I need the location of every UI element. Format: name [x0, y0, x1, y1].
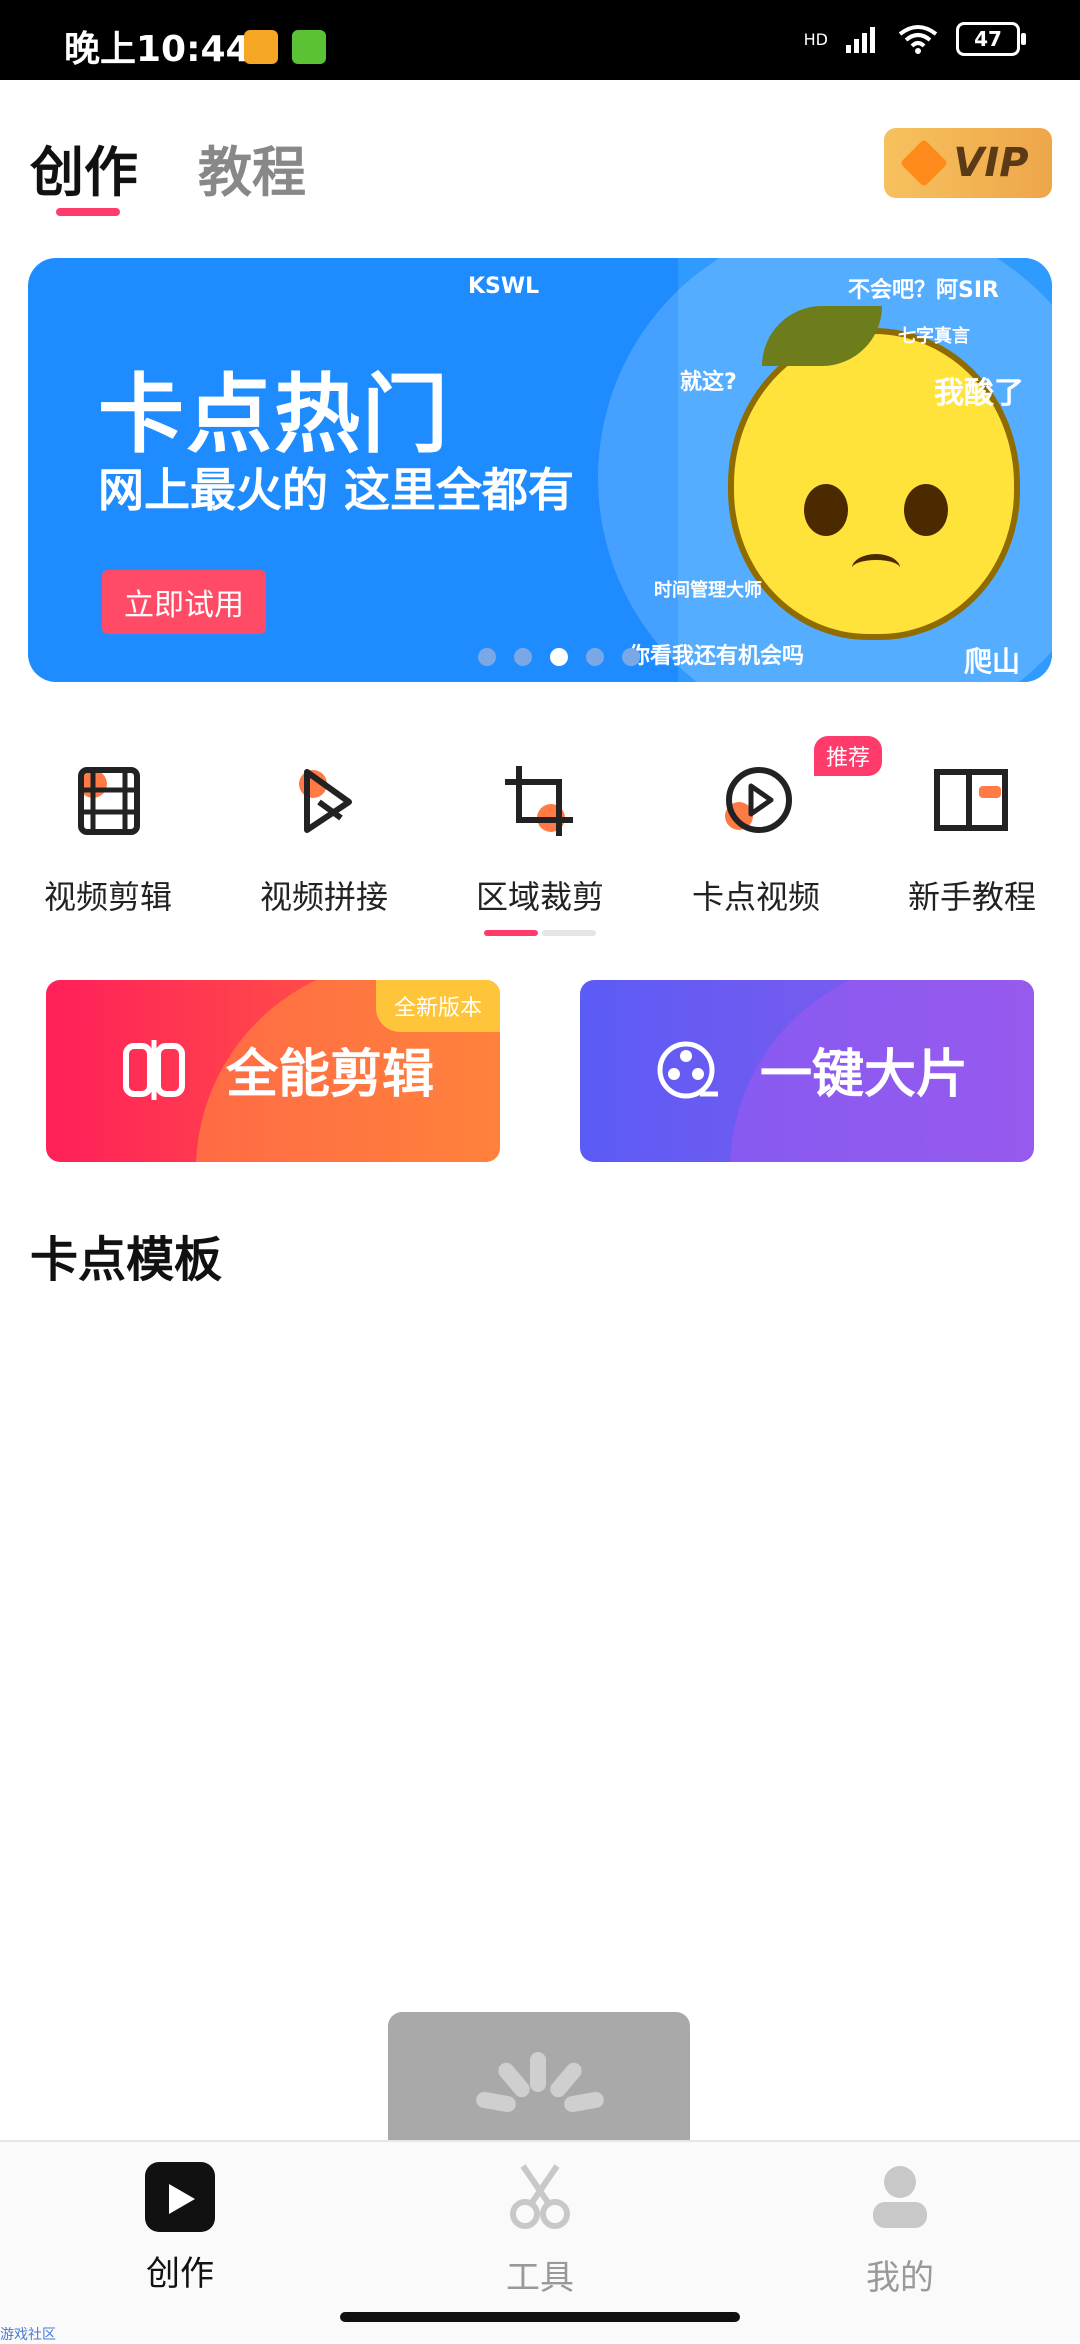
battery-icon: 47 — [956, 22, 1026, 56]
tool-video-edit[interactable]: 视频剪辑 — [8, 740, 208, 918]
section-title: 卡点模板 — [30, 1232, 223, 1288]
meme-text: KSWL — [468, 274, 540, 299]
watermark: 游戏社区 — [0, 2327, 56, 2343]
loading-toast — [388, 2012, 690, 2142]
film-reel-icon — [657, 1041, 718, 1099]
nav-label: 工具 — [506, 2258, 574, 2298]
banner-dot[interactable] — [514, 648, 532, 666]
nav-label: 创作 — [146, 2254, 214, 2294]
status-bar: 晚上10:44 HD 47 — [0, 0, 1080, 80]
meme-text: 七字真言 — [898, 326, 970, 347]
active-tab-indicator — [56, 208, 120, 216]
tool-video-join[interactable]: 视频拼接 — [224, 740, 424, 918]
film-strip-icon — [63, 756, 153, 846]
card-title: 一键大片 — [760, 1045, 969, 1105]
signal-icon: HD — [803, 29, 828, 49]
pager-active — [484, 930, 538, 936]
all-in-one-edit-card[interactable]: 全能剪辑 全新版本 — [46, 980, 500, 1162]
card-title: 全能剪辑 — [226, 1045, 435, 1105]
meme-text: 不会吧？阿SIR — [848, 278, 999, 303]
promo-banner[interactable]: 卡点热门 网上最火的 这里全都有 立即试用 KSWL 不会吧？阿SIR 七字真言… — [28, 258, 1052, 682]
tool-beat-video[interactable]: 推荐 卡点视频 — [656, 736, 882, 918]
nav-create[interactable]: 创作 — [60, 2162, 300, 2295]
nav-label: 我的 — [866, 2258, 934, 2298]
split-edit-icon — [123, 1040, 185, 1100]
tool-label: 新手教程 — [907, 878, 1036, 916]
home-indicator[interactable] — [340, 2312, 740, 2322]
banner-headline: 卡点热门 — [98, 365, 450, 465]
meme-text: 我酸了 — [934, 376, 1024, 411]
lemon-eye-right — [904, 484, 948, 536]
meme-text: 你看我还有机会吗 — [628, 644, 805, 669]
cell-signal-icon — [846, 27, 875, 53]
banner-try-button[interactable]: 立即试用 — [102, 570, 266, 634]
banner-dot[interactable] — [478, 648, 496, 666]
tab-create[interactable]: 创作 — [30, 128, 138, 207]
crop-icon — [495, 756, 585, 846]
nav-tools[interactable]: 工具 — [420, 2162, 660, 2299]
book-icon — [927, 756, 1017, 846]
tool-label: 视频拼接 — [259, 878, 388, 916]
banner-dot[interactable] — [622, 648, 640, 666]
notification-app-icon — [244, 30, 278, 64]
profile-icon — [873, 2166, 927, 2228]
nav-mine[interactable]: 我的 — [780, 2162, 1020, 2299]
pager-inactive — [542, 930, 596, 936]
one-click-movie-card[interactable]: 一键大片 — [580, 980, 1034, 1162]
meme-text: 时间管理大师 — [654, 580, 762, 601]
tools-pager — [484, 930, 596, 936]
tool-label: 卡点视频 — [691, 878, 820, 916]
tab-tutorial[interactable]: 教程 — [198, 128, 306, 207]
tool-region-crop[interactable]: 区域裁剪 — [440, 740, 640, 918]
new-version-badge: 全新版本 — [375, 980, 500, 1032]
lemon-mouth — [852, 554, 900, 582]
meme-text: 就这? — [680, 370, 737, 395]
wifi-icon — [898, 25, 938, 54]
status-time: 晚上10:44 — [64, 29, 251, 70]
banner-page-dots — [478, 648, 640, 666]
meme-text: 爬山 — [964, 645, 1021, 678]
banner-dot-active[interactable] — [550, 648, 568, 666]
play-circle-icon — [711, 756, 801, 846]
tools-row: 视频剪辑 视频拼接 区域裁剪 推荐 卡点视频 新手教程 — [0, 736, 1080, 918]
vip-gem-icon — [900, 138, 949, 188]
tool-label: 区域裁剪 — [475, 878, 604, 916]
scissors-icon — [510, 2164, 570, 2229]
clapper-icon — [145, 2162, 215, 2232]
banner-subline: 网上最火的 这里全都有 — [98, 463, 575, 517]
top-tabs: 创作 教程 — [30, 128, 306, 207]
lemon-eye-left — [804, 484, 848, 536]
play-join-icon — [279, 756, 369, 846]
status-icons: HD 47 — [803, 22, 1026, 56]
tool-label: 视频剪辑 — [43, 878, 172, 916]
tool-beginner-tutorial[interactable]: 新手教程 — [872, 740, 1072, 918]
vip-label: VIP — [953, 140, 1029, 186]
download-app-icon — [292, 30, 326, 64]
banner-dot[interactable] — [586, 648, 604, 666]
vip-button[interactable]: VIP — [884, 128, 1052, 198]
